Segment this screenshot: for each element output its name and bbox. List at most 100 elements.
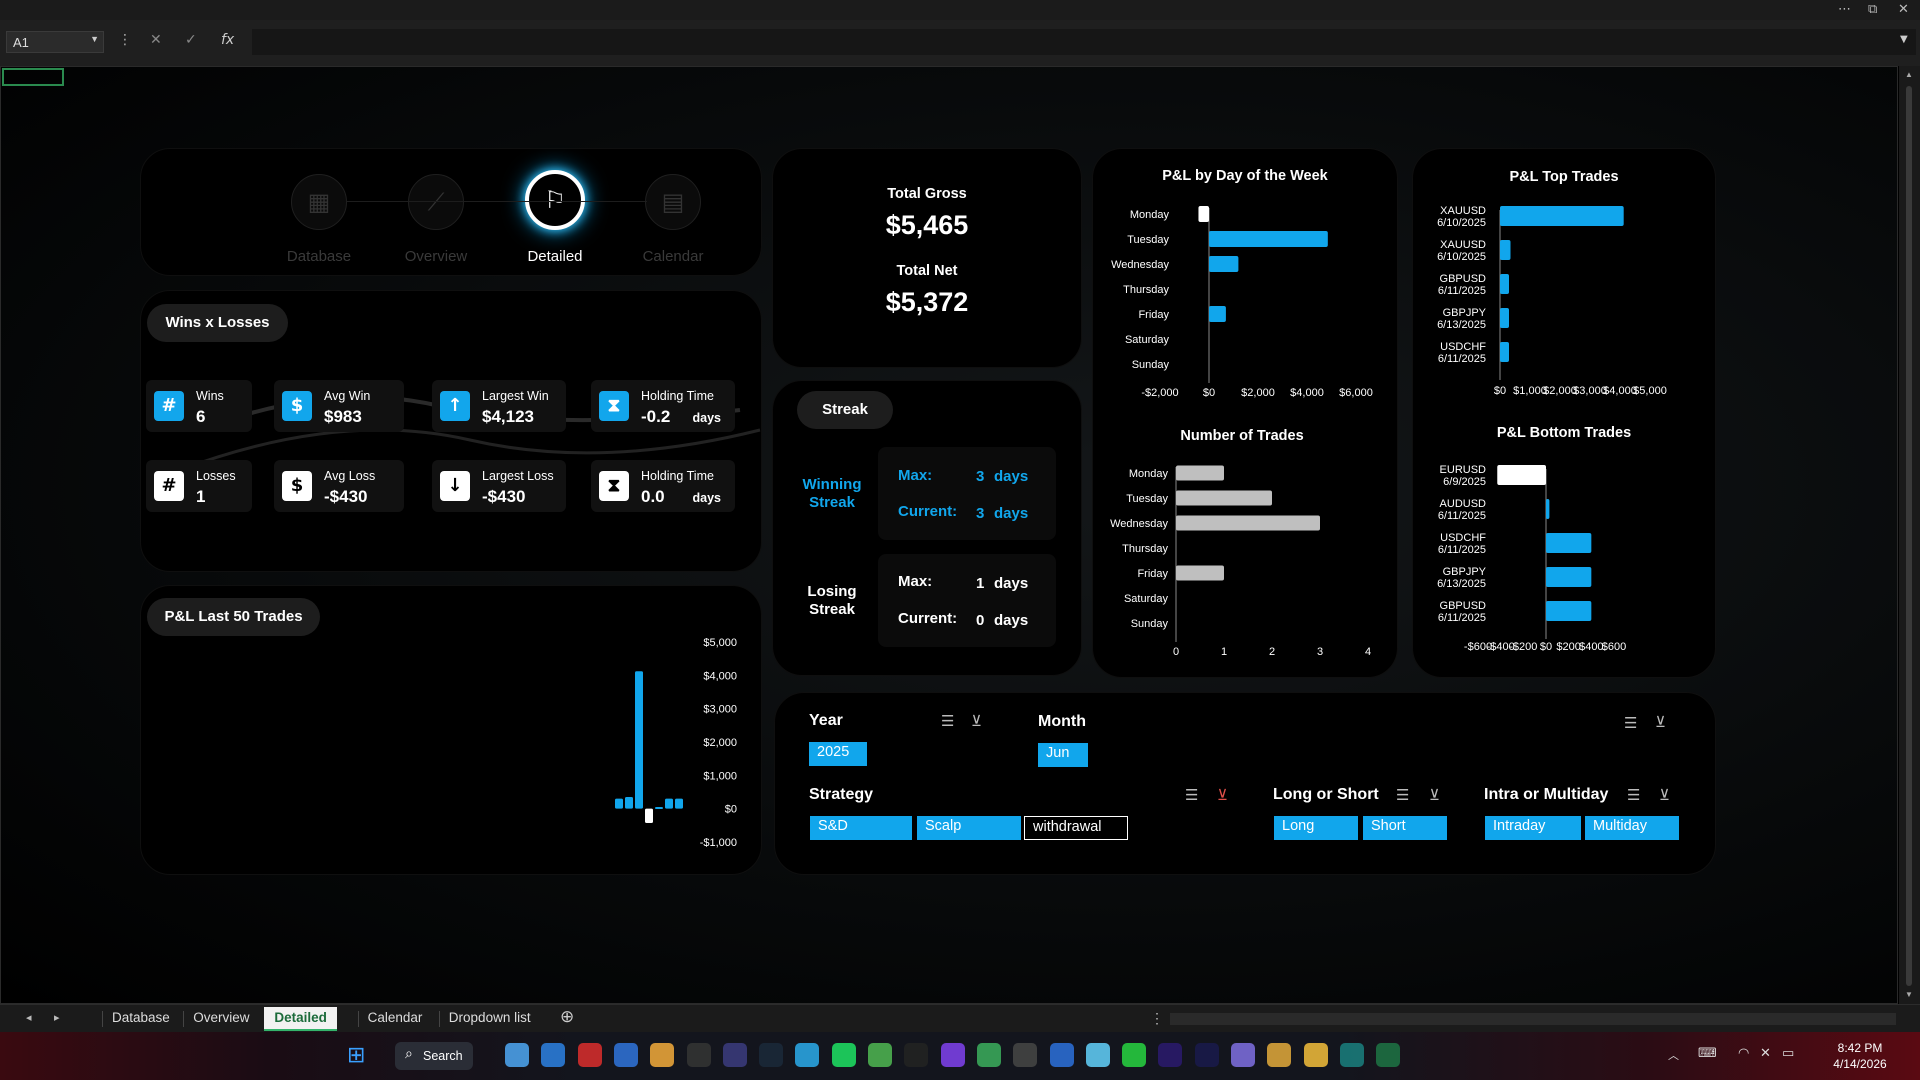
chevron-down-icon[interactable]: ▼ xyxy=(90,34,99,44)
clock-date[interactable]: 4/14/2026 xyxy=(1822,1057,1898,1071)
premiere-app-icon[interactable] xyxy=(1158,1043,1183,1067)
sheet-tab-overview[interactable]: Overview xyxy=(193,1010,249,1025)
category-label: 6/11/2025 xyxy=(1438,544,1486,556)
clock-time[interactable]: 8:42 PM xyxy=(1822,1041,1898,1055)
sheet-tab-calendar[interactable]: Calendar xyxy=(368,1010,423,1025)
multi-select-icon[interactable]: ☰ xyxy=(1185,786,1198,804)
insert-function-icon[interactable]: fx xyxy=(221,32,234,48)
sheet-tab-dropdown-list[interactable]: Dropdown list xyxy=(449,1010,531,1025)
app-green-icon[interactable] xyxy=(868,1043,892,1067)
multi-select-icon[interactable]: ☰ xyxy=(941,712,954,730)
slicer-option-strategy-scalp[interactable]: Scalp xyxy=(917,816,1021,840)
cancel-entry-icon[interactable]: ✕ xyxy=(150,32,162,48)
stat-value: 1 xyxy=(196,487,206,506)
scroll-down-icon[interactable]: ▼ xyxy=(1905,990,1913,999)
slicer-option-intraday[interactable]: Intraday xyxy=(1485,816,1581,840)
clear-filter-icon[interactable]: ⊻ xyxy=(1429,786,1440,804)
sheet-tab-detailed[interactable]: Detailed xyxy=(264,1007,337,1031)
multi-select-icon[interactable]: ☰ xyxy=(1396,786,1409,804)
clear-filter-icon[interactable]: ⊻ xyxy=(1217,786,1228,804)
app-cyan-icon[interactable] xyxy=(1085,1043,1110,1067)
pl-last-50-chart: $5,000 $4,000 $3,000 $2,000 $1,000 $0 -$1,000 xyxy=(615,637,737,848)
keyboard-icon[interactable]: ⌨ xyxy=(1698,1046,1717,1061)
prev-sheet-icon[interactable]: ◂ xyxy=(26,1011,32,1024)
volume-muted-icon[interactable]: ✕ xyxy=(1760,1046,1771,1061)
stat-icon: # xyxy=(154,391,184,421)
lose-max-unit: days xyxy=(994,575,1029,592)
app-violet-icon[interactable] xyxy=(1231,1043,1255,1067)
bar xyxy=(635,671,643,809)
epic-games-app-icon[interactable] xyxy=(686,1043,711,1067)
stat-holding-time-win: ⧗ Holding Time -0.2 days xyxy=(591,380,735,432)
slicer-option-year[interactable]: 2025 xyxy=(809,742,867,766)
obs-app-icon[interactable] xyxy=(722,1043,747,1067)
next-sheet-icon[interactable]: ▸ xyxy=(54,1011,60,1024)
slicer-option-multiday[interactable]: Multiday xyxy=(1585,816,1679,840)
bar xyxy=(1209,256,1239,272)
app-lime-icon[interactable] xyxy=(1122,1043,1147,1067)
vertical-scrollbar[interactable]: ▲ ▼ xyxy=(1899,66,1920,1004)
nav-detailed-button[interactable]: ⚐ xyxy=(525,170,585,230)
category-label: Friday xyxy=(1137,568,1168,580)
battery-icon[interactable]: ▭ xyxy=(1782,1046,1794,1061)
multi-select-icon[interactable]: ☰ xyxy=(1627,786,1640,804)
slicer-option-long[interactable]: Long xyxy=(1274,816,1358,840)
file-explorer-app-icon[interactable] xyxy=(1303,1043,1328,1067)
clear-filter-icon[interactable]: ⊻ xyxy=(1659,786,1670,804)
close-window-icon[interactable]: ✕ xyxy=(1898,2,1909,17)
store-app-icon[interactable] xyxy=(613,1043,638,1067)
horizontal-scrollbar[interactable] xyxy=(1170,1013,1896,1025)
slicer-option-strategy-withdrawal[interactable]: withdrawal xyxy=(1024,816,1128,840)
clear-filter-icon[interactable]: ⊻ xyxy=(971,712,982,730)
pl-top-trades-chart: XAUUSD6/10/2025XAUUSD6/10/2025GBPUSD6/11… xyxy=(1437,205,1667,397)
excel-app-icon[interactable] xyxy=(1376,1043,1401,1067)
app-orange-icon[interactable] xyxy=(1267,1043,1292,1067)
tick-label: $1,000 xyxy=(703,770,737,782)
spotify-app-icon[interactable] xyxy=(831,1043,856,1067)
clear-filter-icon[interactable]: ⊻ xyxy=(1655,713,1666,731)
name-box[interactable]: A1 ▼ xyxy=(6,31,104,53)
confirm-entry-icon[interactable]: ✓ xyxy=(185,32,197,48)
restore-window-icon[interactable]: ⧉ xyxy=(1868,2,1877,17)
desktop-app-icon[interactable] xyxy=(541,1043,566,1067)
scroll-thumb[interactable] xyxy=(1906,86,1912,986)
more-vertical-icon[interactable]: ⋮ xyxy=(1150,1010,1164,1027)
selected-cell[interactable] xyxy=(2,68,64,86)
nav-overview-button[interactable]: ⟋ xyxy=(408,174,464,230)
year-slicer-title: Year xyxy=(809,712,843,729)
wordpress-app-icon[interactable] xyxy=(1049,1043,1074,1067)
losing-streak-label-2: Streak xyxy=(809,601,855,618)
app-teal-icon[interactable] xyxy=(1339,1043,1364,1067)
show-hidden-icons[interactable]: ︿ xyxy=(1668,1047,1679,1063)
edge-app-icon[interactable] xyxy=(976,1043,1001,1067)
add-sheet-icon[interactable]: ⊕ xyxy=(560,1007,574,1027)
multi-select-icon[interactable]: ☰ xyxy=(1624,714,1637,732)
app-red-icon[interactable] xyxy=(577,1043,602,1067)
tradingview-app-icon[interactable] xyxy=(904,1043,929,1067)
slicer-option-month[interactable]: Jun xyxy=(1038,743,1088,767)
app-purple-icon[interactable] xyxy=(940,1043,965,1067)
telegram-app-icon[interactable] xyxy=(795,1043,820,1067)
tick-label: $2,000 xyxy=(1543,385,1577,397)
slicer-option-strategy-sd[interactable]: S&D xyxy=(810,816,912,840)
lock-app-icon[interactable] xyxy=(1013,1043,1038,1067)
expand-formula-icon[interactable]: ▼ xyxy=(1900,34,1908,45)
search-button[interactable]: ⌕ Search xyxy=(395,1042,473,1070)
winning-streak-label-1: Winning xyxy=(802,476,862,493)
more-options-icon[interactable]: ⋯ xyxy=(1838,2,1851,17)
calendar-icon: ▤ xyxy=(661,188,685,216)
scroll-up-icon[interactable]: ▲ xyxy=(1905,70,1913,79)
after-effects-app-icon[interactable] xyxy=(1194,1043,1219,1067)
nav-database-button[interactable]: ▦ xyxy=(291,174,347,230)
pl-bottom-trades-chart: EURUSD6/9/2025AUDUSD6/11/2025USDCHF6/11/… xyxy=(1437,464,1626,653)
slicer-option-short[interactable]: Short xyxy=(1363,816,1447,840)
wifi-icon[interactable]: ◠ xyxy=(1738,1046,1749,1061)
sheet-tab-database[interactable]: Database xyxy=(112,1010,170,1025)
steam-app-icon[interactable] xyxy=(759,1043,784,1067)
chrome-app-icon[interactable] xyxy=(650,1043,675,1067)
widgets-app-icon[interactable] xyxy=(505,1043,529,1067)
formula-input[interactable] xyxy=(252,29,1916,55)
start-menu-icon[interactable]: ⊞ xyxy=(347,1043,365,1068)
more-vertical-icon[interactable]: ⋮ xyxy=(118,32,132,48)
nav-calendar-button[interactable]: ▤ xyxy=(645,174,701,230)
